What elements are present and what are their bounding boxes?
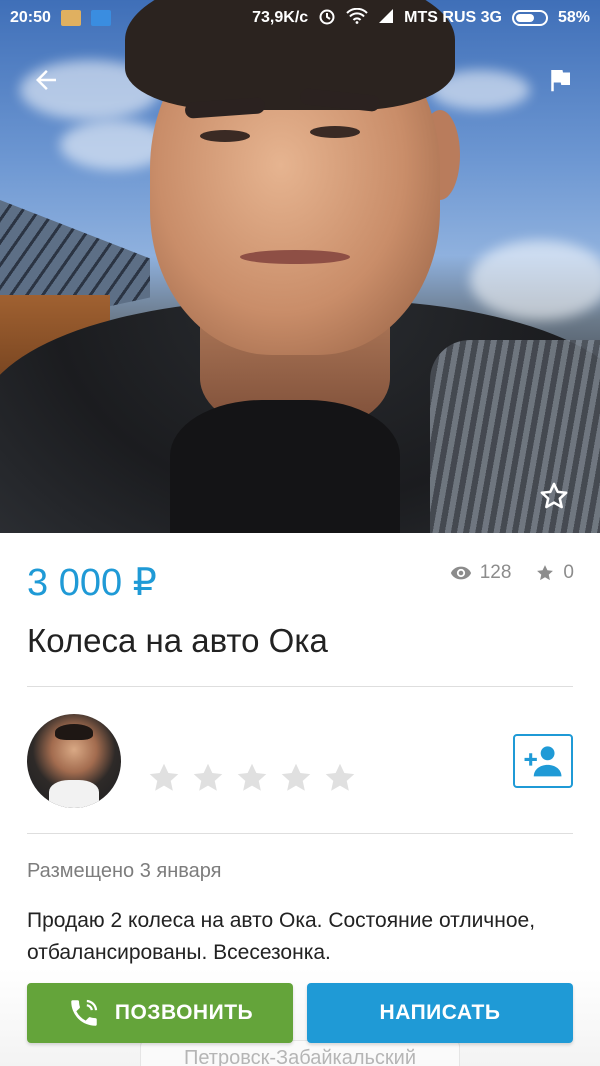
status-time: 20:50 (10, 9, 51, 26)
add-contact-button[interactable] (513, 734, 573, 788)
listing-stats: 128 0 (450, 562, 574, 584)
report-button[interactable] (534, 54, 586, 106)
views-count: 128 (479, 562, 512, 583)
divider (27, 686, 573, 687)
favorites-count: 0 (563, 562, 574, 583)
call-button-label: ПОЗВОНИТЬ (114, 1001, 254, 1024)
flag-icon (551, 70, 570, 92)
divider (27, 833, 573, 834)
signal-icon (378, 8, 394, 29)
arrow-left-icon (36, 70, 56, 90)
star-icon (537, 565, 554, 581)
star-outline-icon (540, 482, 568, 509)
rating-star-icon (193, 763, 223, 791)
rating-star-icon (281, 763, 311, 791)
phone-icon (71, 999, 98, 1026)
battery-level: 58% (557, 9, 590, 26)
listing-description: Продаю 2 колеса на авто Ока. Состояние о… (27, 909, 536, 964)
wifi-icon (346, 7, 368, 29)
rating-star-icon (149, 763, 179, 791)
listing-title: Колеса на авто Ока (27, 622, 328, 659)
location-label: Петровск-Забайкальский (140, 1040, 460, 1066)
rating-star-icon (325, 763, 355, 791)
write-button-label: НАПИСАТЬ (379, 1001, 501, 1024)
network-speed: 73,9K/c (252, 9, 309, 26)
carrier-name: MTS RUS 3G (404, 9, 502, 26)
favorite-button[interactable] (528, 470, 580, 522)
listing-price: 3 000 ₽ (27, 562, 157, 604)
mail-notification-icon (60, 10, 81, 26)
call-button[interactable]: ПОЗВОНИТЬ (27, 983, 293, 1043)
write-button[interactable]: НАПИСАТЬ (307, 983, 573, 1043)
posted-date: Размещено 3 января (27, 860, 222, 882)
eye-icon (450, 566, 471, 580)
cloud-notification-icon (90, 10, 111, 26)
rating-star-icon (237, 763, 267, 791)
listing-photo[interactable] (0, 0, 600, 533)
person-add-icon (524, 746, 562, 777)
status-bar: 20:50 73,9K/c MTS RUS 3G 58% (0, 0, 600, 36)
seller-avatar[interactable] (27, 714, 121, 808)
seller-rating (146, 760, 358, 796)
battery-icon (511, 10, 548, 26)
alarm-icon (318, 7, 336, 30)
back-button[interactable] (20, 54, 72, 106)
